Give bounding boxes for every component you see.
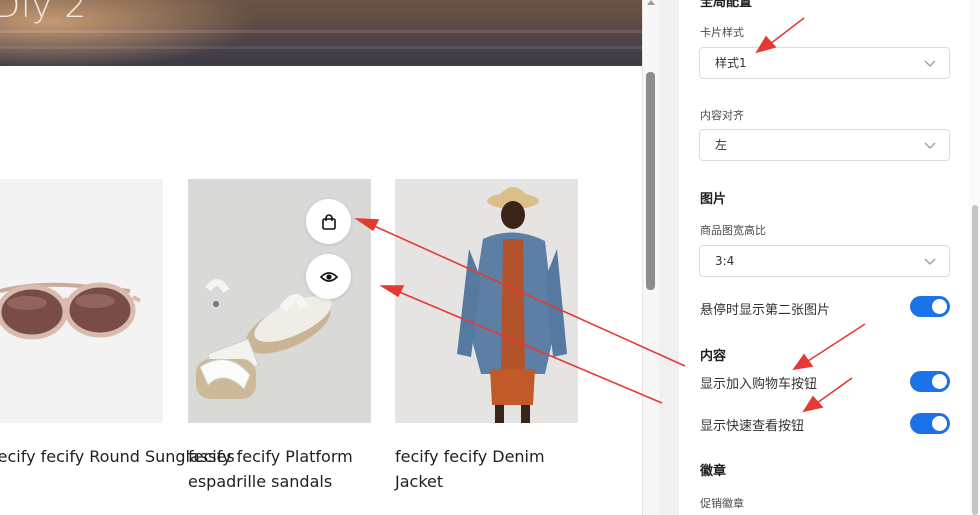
content-section-heading: 内容 [700,349,727,364]
content-align-select[interactable]: 左 [699,129,950,161]
chevron-down-icon [924,60,936,67]
toggle-knob [932,416,947,431]
product-image-denim-jacket [457,187,567,423]
eye-icon [319,271,338,282]
chevron-down-icon [924,142,936,149]
global-config-heading: 全局配置 [700,0,753,10]
card-style-select[interactable]: 样式1 [699,47,950,79]
show-cart-button-toggle[interactable] [910,371,950,392]
shopping-bag-icon [321,213,336,230]
quick-view-button[interactable] [306,254,351,299]
image-ratio-value: 3:4 [715,254,735,268]
preview-scrollbar-thumb[interactable] [646,72,655,290]
add-to-cart-button[interactable] [306,199,351,244]
product-card-sunglasses[interactable] [0,179,163,423]
card-style-value: 样式1 [715,56,747,70]
toggle-knob [932,374,947,389]
image-ratio-select[interactable]: 3:4 [699,245,950,277]
card-style-label: 卡片样式 [700,26,744,39]
image-ratio-label: 商品图宽高比 [700,224,766,237]
product-card-denim-jacket[interactable] [395,179,578,423]
product-image-sunglasses [0,282,141,340]
banner-wave [0,30,642,33]
content-align-label: 内容对齐 [700,109,744,122]
product-title[interactable]: fecify fecify Platform espadrille sandal… [188,444,388,494]
promo-badge-label: 促销徽章 [700,497,744,510]
show-cart-button-label: 显示加入购物车按钮 [700,377,818,392]
product-title[interactable]: fecify fecify Round Sunglasses [0,444,235,469]
settings-scrollbar-thumb[interactable] [972,205,978,515]
hover-second-image-toggle[interactable] [910,296,950,317]
banner-title: Diy 2 [0,0,88,26]
scroll-up-arrow-icon[interactable] [647,0,655,5]
panel-divider [659,0,679,515]
store-preview: Diy 2 fecify fecify Round Sunglasses fec… [0,0,642,515]
hero-banner: Diy 2 [0,0,642,66]
toggle-knob [932,299,947,314]
product-title[interactable]: fecify fecify Denim Jacket [395,444,595,494]
banner-wave [0,46,642,49]
image-section-heading: 图片 [700,192,727,207]
content-align-value: 左 [715,138,728,152]
show-quick-view-toggle[interactable] [910,413,950,434]
show-quick-view-label: 显示快速查看按钮 [700,419,805,434]
chevron-down-icon [924,258,936,265]
hover-second-image-label: 悬停时显示第二张图片 [700,303,831,318]
badge-section-heading: 徽章 [700,464,727,479]
